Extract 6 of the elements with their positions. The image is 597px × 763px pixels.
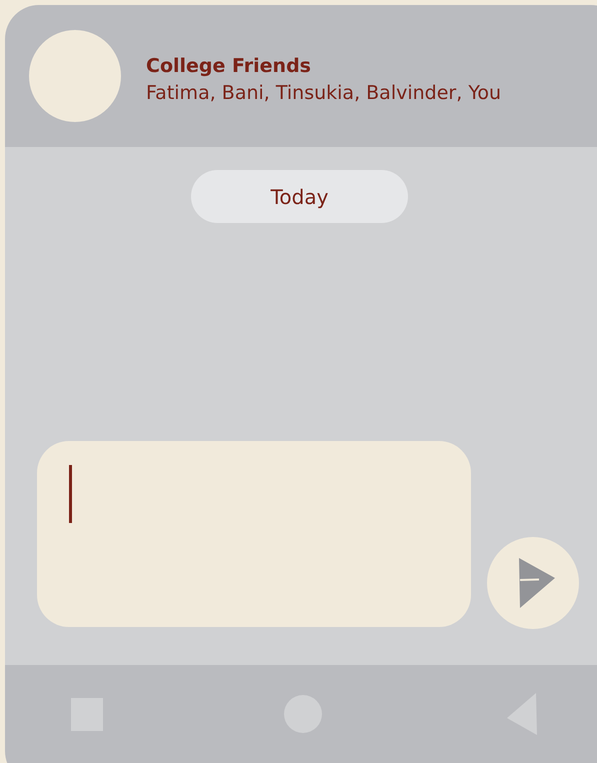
chat-title: College Friends [146,54,312,79]
message-field[interactable] [37,441,471,627]
date-chip: Today [191,170,408,223]
send-icon [519,558,555,608]
text-cursor [69,465,72,523]
member-list: Fatima, Bani, Tinsukia, Balvinder, You [146,79,502,107]
